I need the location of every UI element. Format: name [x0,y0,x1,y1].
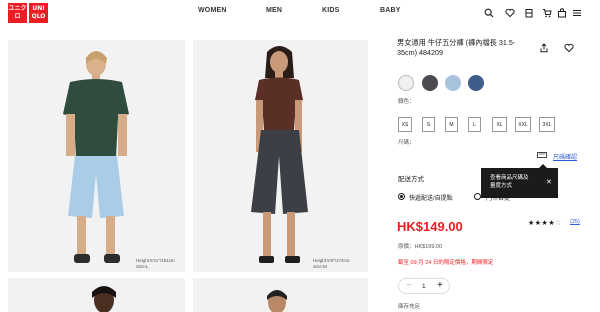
product-photo-model-1[interactable]: Height:5'11"/181cm Size:L [8,40,185,272]
size-button-xxl[interactable]: XXL [515,117,531,132]
stock-status: 庫存充足 [398,304,421,310]
store-icon[interactable] [556,7,568,19]
size-button-xs[interactable]: XS [398,117,412,132]
size-button-3xl[interactable]: 3XL [539,117,555,132]
size-button-m[interactable]: M [445,117,458,132]
quantity-stepper: − 1 + [398,278,450,294]
model-1-size-caption: Height:5'11"/181cm Size:L [136,258,175,269]
tooltip-close-icon[interactable]: ✕ [546,178,552,186]
size-confirm-link[interactable]: 尺碼確認 [553,152,577,161]
heart-icon[interactable] [504,7,516,19]
size-button-xl[interactable]: XL [492,117,507,132]
model-3-illustration [8,278,185,312]
color-swatch-white[interactable] [398,75,414,91]
model-2-illustration [193,40,368,272]
delivery-option-express-label: 快遞配送/自提點 [409,196,453,202]
logo-block-katakana: ユニクロ [8,3,27,23]
color-swatch-blue[interactable] [468,75,484,91]
quantity-value[interactable]: 1 [422,283,426,290]
logo-text-bottom: UNI QLO [31,5,46,20]
color-swatch-gray[interactable] [422,75,438,91]
menu-icon[interactable] [571,7,583,19]
nav-women[interactable]: WOMEN [198,7,227,14]
logo-block-latin: UNI QLO [29,3,48,23]
size-button-s[interactable]: S [422,117,435,132]
radio-delivery-express[interactable] [398,193,405,200]
color-swatch-light-blue[interactable] [445,75,461,91]
share-icon[interactable] [538,42,550,54]
ruler-icon[interactable] [536,150,548,160]
product-title: 男女通用 牛仔五分褲 (褲內檔長 31.5-35cm) 484209 [397,38,516,57]
nav-men[interactable]: MEN [266,7,282,14]
decrease-quantity-button[interactable]: − [406,280,412,291]
cart-icon[interactable] [541,7,553,19]
favorite-heart-icon[interactable] [563,42,575,54]
original-price: 原價：HK$199.00 [398,244,443,250]
uniqlo-logo[interactable]: ユニクロ UNI QLO [8,3,48,23]
nav-baby[interactable]: BABY [380,7,401,14]
product-photo-model-2[interactable]: Height:5'9"/174cm Size:M [193,40,368,272]
increase-quantity-button[interactable]: + [437,280,443,291]
model-2-size-caption: Height:5'9"/174cm Size:M [313,258,350,269]
logo-text-top: ユニクロ [8,5,27,20]
nav-kids[interactable]: KIDS [322,7,340,14]
product-photo-model-4[interactable] [193,278,368,312]
color-label: 顏色： [398,99,415,105]
delivery-heading: 配送方式 [398,176,424,183]
size-button-l[interactable]: L [468,117,481,132]
search-icon[interactable] [483,7,495,19]
rating-stars: ★★★★☆ [528,220,562,227]
promo-text: 截至 09 月 24 日的限定價格，期間限定 [398,260,494,266]
size-label: 尺碼： [398,140,415,146]
model-4-illustration [193,278,368,312]
account-icon[interactable] [523,7,535,19]
product-price: HK$149.00 [397,219,463,234]
delivery-option-store-label: 門市自提 [486,196,511,202]
product-photo-model-3[interactable] [8,278,185,312]
radio-delivery-store[interactable] [474,193,481,200]
site-header: ユニクロ UNI QLO WOMEN MEN KIDS BABY [0,0,600,26]
rating-count-link[interactable]: (25) [570,219,580,225]
model-1-illustration [8,40,185,272]
